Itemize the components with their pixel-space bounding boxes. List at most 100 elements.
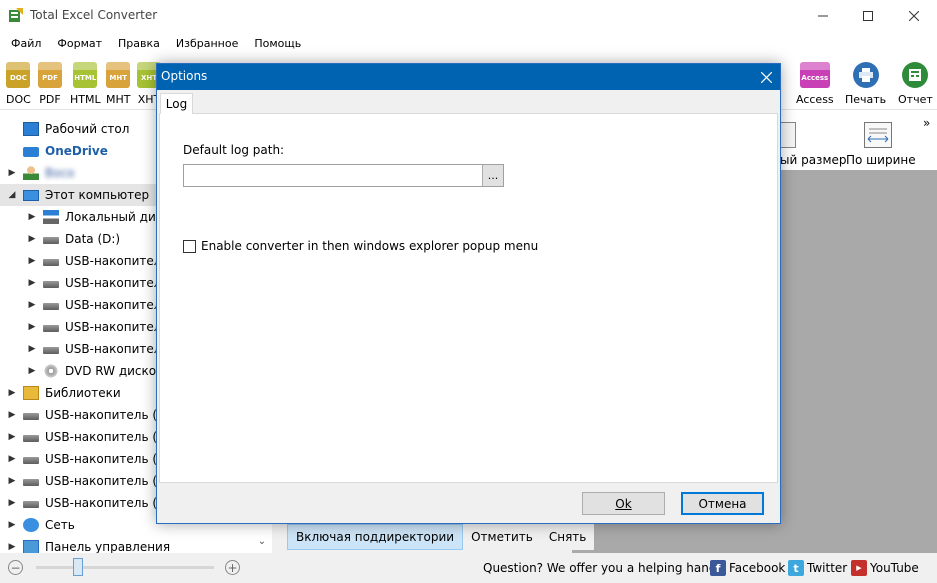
chevron-right-icon[interactable]: ▶ [6, 410, 18, 420]
tree-item-label: Boco [45, 166, 75, 180]
print-label: Печать [845, 93, 887, 106]
menu-edit[interactable]: Правка [110, 37, 168, 50]
chevron-right-icon[interactable]: ▶ [26, 256, 38, 266]
mark-button[interactable]: Отметить [463, 524, 541, 550]
browse-button[interactable]: ... [482, 165, 503, 186]
title-bar: Total Excel Converter [0, 0, 937, 32]
minimize-button[interactable] [800, 0, 846, 32]
chevron-right-icon[interactable]: ▶ [26, 344, 38, 354]
drive-icon [43, 237, 59, 244]
convert-html-button[interactable]: HTML HTML [70, 62, 101, 106]
dialog-close-button[interactable] [753, 66, 779, 88]
access-file-icon: Access [799, 62, 830, 88]
tree-item-label: USB-накопитель (I [45, 496, 161, 510]
youtube-label: YouTube [870, 561, 919, 575]
include-subdirs-button[interactable]: Включая поддиректории [287, 524, 464, 550]
unmark-button[interactable]: Снять [541, 524, 595, 550]
doc-file-icon: DOC [6, 62, 31, 88]
zoom-in-icon[interactable]: + [225, 560, 240, 575]
user-icon [23, 166, 39, 180]
tree-item-label: USB-накопитель (E [45, 408, 165, 422]
tree-scroll-down-chevron-icon[interactable]: ⌄ [254, 536, 270, 550]
options-dialog: Options Log Default log path: ... Enable… [156, 63, 781, 524]
library-icon [23, 386, 39, 400]
chevron-right-icon[interactable]: ▶ [26, 366, 38, 376]
close-icon [760, 71, 772, 83]
convert-doc-button[interactable]: DOC DOC [6, 62, 31, 106]
explorer-menu-checkbox[interactable] [183, 240, 196, 253]
chevron-down-icon[interactable]: ◢ [6, 190, 18, 200]
html-file-icon: HTML [73, 62, 98, 88]
menu-bar: Файл Формат Правка Избранное Помощь [0, 32, 937, 54]
tree-item-label: USB-накопител [65, 342, 162, 356]
log-path-input[interactable] [183, 164, 504, 187]
chevron-right-icon[interactable]: ▶ [6, 520, 18, 530]
chevron-right-icon[interactable]: ▶ [26, 322, 38, 332]
ok-button-label: Ok [615, 496, 632, 511]
drive-icon [43, 325, 59, 332]
chevron-right-icon[interactable]: ▶ [6, 476, 18, 486]
help-text: Question? We offer you a helping hand - [483, 561, 725, 575]
control-panel-icon [23, 540, 39, 553]
close-button[interactable] [891, 0, 937, 32]
tab-log[interactable]: Log [160, 93, 193, 114]
report-button[interactable]: Отчет [898, 62, 933, 106]
youtube-link[interactable]: ▶ YouTube [851, 560, 919, 576]
print-button[interactable]: Печать [845, 62, 886, 106]
tree-item-label: USB-накопитель (F [45, 430, 164, 444]
chevron-right-icon[interactable]: ▶ [6, 432, 18, 442]
convert-pdf-button[interactable]: PDF PDF [38, 62, 62, 106]
drive-icon [43, 303, 59, 310]
facebook-link[interactable]: f Facebook [710, 560, 785, 576]
tree-item-label: USB-накопител [65, 320, 162, 334]
drive-icon [23, 435, 39, 442]
tree-item-label: USB-накопитель (G [45, 452, 167, 466]
report-label: Отчет [898, 93, 933, 106]
chevron-right-icon[interactable]: ▶ [6, 168, 18, 178]
windows-drive-icon [43, 210, 59, 224]
chevron-right-icon[interactable]: ▶ [26, 278, 38, 288]
chevron-right-icon[interactable]: ▶ [6, 454, 18, 464]
preview-toolbar: ый размер По ширине » [768, 112, 937, 170]
zoom-out-icon[interactable]: − [8, 560, 23, 575]
convert-mht-button[interactable]: MHT MHT [106, 62, 130, 106]
chevron-right-icon[interactable]: ▶ [6, 388, 18, 398]
twitter-link[interactable]: t Twitter [788, 560, 847, 576]
tree-item-label: Сеть [45, 518, 75, 532]
dvd-icon [43, 364, 59, 378]
explorer-menu-checkbox-label[interactable]: Enable converter in then windows explore… [201, 239, 538, 253]
menu-format[interactable]: Формат [49, 37, 110, 50]
menu-file[interactable]: Файл [3, 37, 49, 50]
chevron-right-icon[interactable]: ▶ [6, 542, 18, 552]
tree-item-label: USB-накопитель (H [45, 474, 167, 488]
chevron-right-icon[interactable]: ▶ [26, 234, 38, 244]
tree-item-label: Локальный дис [65, 210, 163, 224]
tree-item-label: Рабочий стол [45, 122, 130, 136]
drive-icon [23, 501, 39, 508]
more-tools-chevron-icon[interactable]: » [923, 116, 930, 130]
maximize-button[interactable] [845, 0, 891, 32]
facebook-label: Facebook [729, 561, 786, 575]
cancel-button[interactable]: Отмена [681, 492, 764, 515]
drive-icon [23, 457, 39, 464]
drive-icon [43, 347, 59, 354]
tree-item[interactable]: ▶ Панель управления [0, 536, 272, 553]
chevron-right-icon[interactable]: ▶ [6, 498, 18, 508]
window-title: Total Excel Converter [30, 8, 158, 22]
mht-file-icon: MHT [106, 62, 131, 88]
menu-favorites[interactable]: Избранное [168, 37, 246, 50]
chevron-right-icon[interactable]: ▶ [26, 212, 38, 222]
drive-icon [43, 259, 59, 266]
youtube-icon: ▶ [851, 560, 867, 576]
menu-help[interactable]: Помощь [246, 37, 309, 50]
twitter-icon: t [788, 560, 804, 576]
ok-button[interactable]: Ok [582, 492, 665, 515]
zoom-slider-track[interactable] [36, 566, 214, 569]
chevron-right-icon[interactable]: ▶ [26, 300, 38, 310]
convert-access-button[interactable]: Access Access [796, 62, 834, 106]
zoom-slider-thumb[interactable] [73, 558, 83, 576]
fit-width-button[interactable]: По ширине [846, 153, 916, 167]
page-size-button[interactable]: ый размер [780, 153, 847, 167]
convert-access-label: Access [796, 93, 834, 106]
fit-width-icon [864, 122, 892, 148]
